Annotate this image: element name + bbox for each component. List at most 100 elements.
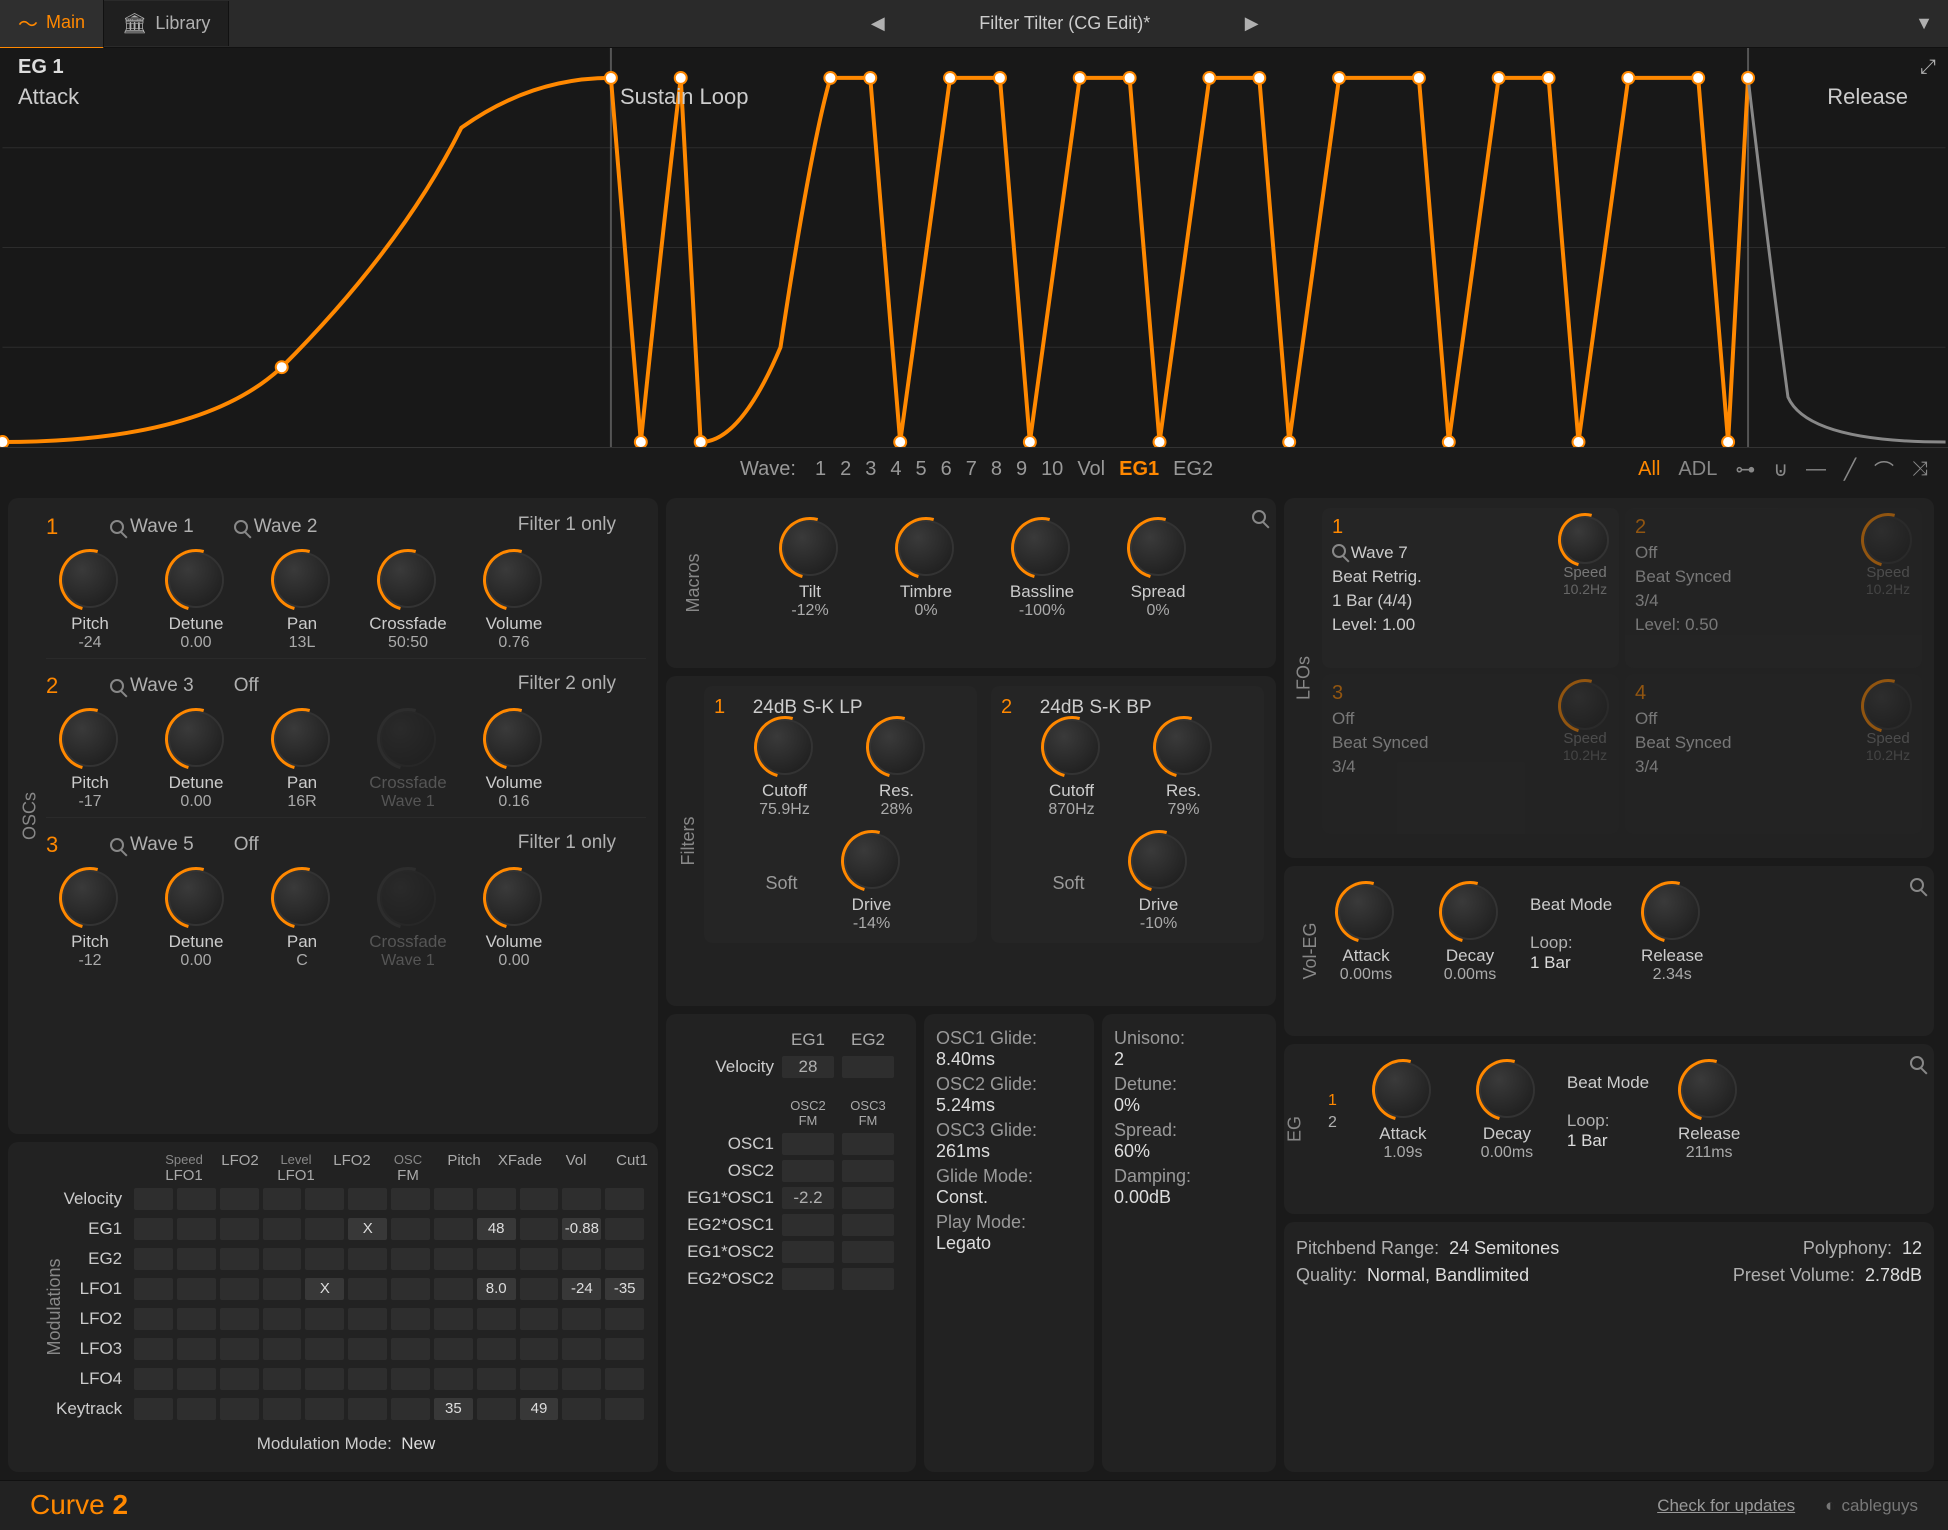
knob-res.[interactable]: Res. 28% [853, 719, 941, 819]
filter-soft-toggle[interactable]: Soft [765, 873, 797, 894]
knob-attack[interactable]: Attack 1.09s [1359, 1062, 1447, 1162]
mod-mode[interactable]: Modulation Mode: New [46, 1434, 646, 1454]
mod-cell[interactable] [562, 1398, 601, 1420]
unisono-param[interactable]: Unisono:2 [1114, 1028, 1264, 1070]
mod-cell[interactable] [391, 1218, 430, 1240]
unisono-param[interactable]: Damping:0.00dB [1114, 1166, 1264, 1208]
mod-cell[interactable] [134, 1188, 173, 1210]
mod-cell[interactable] [434, 1368, 473, 1390]
mod-cell[interactable] [842, 1056, 894, 1078]
curve-tool-icon[interactable]: ⌒ [1874, 455, 1894, 484]
mod-cell[interactable] [348, 1188, 387, 1210]
wave-slot-3[interactable]: 3 [858, 458, 883, 480]
polyphony-value[interactable]: 12 [1902, 1238, 1922, 1258]
mod-cell[interactable] [177, 1308, 216, 1330]
mod-cell[interactable] [842, 1241, 894, 1263]
knob-volume[interactable]: Volume 0.00 [470, 870, 558, 970]
knob-spread[interactable]: Spread 0% [1114, 520, 1202, 620]
knob-detune[interactable]: Detune 0.00 [152, 711, 240, 811]
mod-cell[interactable] [520, 1218, 559, 1240]
envelope-curve[interactable] [0, 48, 1948, 447]
knob-pitch[interactable]: Pitch -12 [46, 870, 134, 970]
mod-cell[interactable] [782, 1268, 834, 1290]
mod-cell[interactable] [134, 1278, 173, 1300]
mod-cell[interactable] [562, 1368, 601, 1390]
mod-cell[interactable] [605, 1398, 644, 1420]
osc-filter-select[interactable]: Filter 1 only [518, 832, 616, 858]
osc-wave1-select[interactable]: Wave 1 [110, 514, 194, 540]
glide-param[interactable]: OSC1 Glide:8.40ms [936, 1028, 1082, 1070]
mod-cell[interactable] [782, 1214, 834, 1236]
ramp-tool-icon[interactable]: ╱ [1844, 457, 1856, 482]
mod-cell[interactable] [177, 1188, 216, 1210]
mod-cell[interactable]: 48 [477, 1218, 516, 1240]
lfo-speed-knob[interactable]: Speed 10.2Hz [1864, 682, 1912, 763]
mod-cell[interactable] [305, 1248, 344, 1270]
wave-slot-4[interactable]: 4 [883, 458, 908, 480]
mod-cell[interactable]: 35 [434, 1398, 473, 1420]
mod-cell[interactable] [263, 1248, 302, 1270]
filter-type-select[interactable]: 24dB S-K LP [742, 697, 862, 718]
mod-cell[interactable] [177, 1398, 216, 1420]
osc-wave1-select[interactable]: Wave 3 [110, 673, 194, 699]
check-updates-link[interactable]: Check for updates [1657, 1496, 1795, 1516]
mod-cell[interactable] [434, 1278, 473, 1300]
mod-cell[interactable] [842, 1187, 894, 1209]
knob-pan[interactable]: Pan 13L [258, 552, 346, 652]
mod-cell[interactable] [263, 1368, 302, 1390]
mod-cell[interactable] [220, 1398, 259, 1420]
macros-search-icon[interactable] [1252, 508, 1266, 529]
mod-cell[interactable] [434, 1218, 473, 1240]
menu-dropdown-button[interactable]: ▼ [1900, 13, 1948, 34]
mod-cell[interactable] [477, 1368, 516, 1390]
mod-cell[interactable] [391, 1278, 430, 1300]
mod-cell[interactable] [177, 1278, 216, 1300]
knob-volume[interactable]: Volume 0.16 [470, 711, 558, 811]
mod-cell[interactable] [520, 1278, 559, 1300]
wave-slot-9[interactable]: 9 [1009, 458, 1034, 480]
lfo-speed-knob[interactable]: Speed 10.2Hz [1561, 682, 1609, 763]
mod-cell[interactable] [263, 1278, 302, 1300]
knob-cutoff[interactable]: Cutoff 75.9Hz [741, 719, 829, 819]
mod-cell[interactable] [134, 1338, 173, 1360]
eg-tab-1[interactable]: 1 [1322, 1090, 1343, 1112]
knob-release[interactable]: Release 211ms [1665, 1062, 1753, 1162]
knob-crossfade[interactable]: Crossfade 50:50 [364, 552, 452, 652]
envelope-display[interactable]: EG 1 Attack Sustain Loop Release ⤢ [0, 48, 1948, 448]
knob-volume[interactable]: Volume 0.76 [470, 552, 558, 652]
wave-slot-2[interactable]: 2 [833, 458, 858, 480]
mod-cell[interactable] [842, 1133, 894, 1155]
mod-cell[interactable] [520, 1308, 559, 1330]
eg-loop-info[interactable]: Beat Mode Loop:1 Bar [1530, 895, 1612, 973]
mod-cell[interactable] [782, 1160, 834, 1182]
pitchbend-value[interactable]: 24 Semitones [1449, 1238, 1559, 1258]
mod-cell[interactable] [605, 1368, 644, 1390]
mod-cell[interactable] [562, 1188, 601, 1210]
knob-tilt[interactable]: Tilt -12% [766, 520, 854, 620]
mod-cell[interactable] [177, 1218, 216, 1240]
env-filter-d[interactable]: D [1692, 458, 1706, 480]
knob-decay[interactable]: Decay 0.00ms [1426, 884, 1514, 984]
knob-crossfade[interactable]: Crossfade Wave 1 [364, 870, 452, 970]
mod-cell[interactable] [842, 1160, 894, 1182]
knob-crossfade[interactable]: Crossfade Wave 1 [364, 711, 452, 811]
knob-detune[interactable]: Detune 0.00 [152, 870, 240, 970]
link-tool-icon[interactable]: ⊶ [1735, 457, 1755, 482]
mod-cell[interactable] [305, 1338, 344, 1360]
mod-cell[interactable] [305, 1368, 344, 1390]
knob-pitch[interactable]: Pitch -17 [46, 711, 134, 811]
mod-cell[interactable] [348, 1308, 387, 1330]
mod-cell[interactable] [562, 1308, 601, 1330]
mod-cell[interactable]: 28 [782, 1056, 834, 1078]
mod-cell[interactable] [477, 1248, 516, 1270]
wave-extra-eg1[interactable]: EG1 [1112, 458, 1166, 480]
tab-main[interactable]: 〜 Main [0, 0, 104, 49]
mod-cell[interactable] [263, 1338, 302, 1360]
glide-param[interactable]: Glide Mode:Const. [936, 1166, 1082, 1208]
mod-cell[interactable]: 49 [520, 1398, 559, 1420]
mod-cell[interactable] [520, 1368, 559, 1390]
knob-drive[interactable]: Drive -10% [1115, 833, 1203, 933]
mod-cell[interactable] [434, 1308, 473, 1330]
mod-cell[interactable] [434, 1188, 473, 1210]
mod-cell[interactable] [782, 1241, 834, 1263]
